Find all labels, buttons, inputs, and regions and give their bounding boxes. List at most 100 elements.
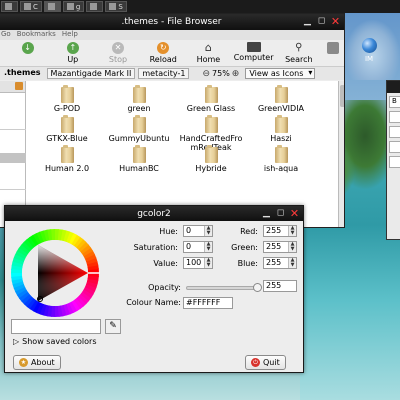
home-button[interactable]: ⌂ Home <box>186 40 231 65</box>
folder-item[interactable]: Haszi <box>248 115 314 143</box>
folder-label: green <box>127 104 151 113</box>
folder-item[interactable]: ish-aqua <box>248 145 314 173</box>
background-window-row[interactable] <box>389 141 400 153</box>
spin-arrows-icon[interactable]: ▲ ▼ <box>204 226 212 236</box>
folder-label: GummyUbuntu <box>108 134 170 143</box>
taskbar-item[interactable]: g <box>62 1 85 12</box>
folder-icon <box>204 115 218 133</box>
location-bar: .themes Mazantigade Mark II metacity-1 ⊖… <box>0 67 344 80</box>
opacity-slider[interactable] <box>186 283 262 292</box>
taskbar-item[interactable]: C <box>20 1 42 12</box>
search-button[interactable]: ⚲ Search <box>276 40 321 64</box>
breadcrumb-item[interactable]: metacity-1 <box>138 68 190 79</box>
spin-arrows-icon[interactable]: ▲ ▼ <box>288 242 296 252</box>
maximize-icon[interactable]: ◻ <box>275 208 286 219</box>
minimize-icon[interactable]: ▁ <box>261 208 272 219</box>
file-browser-window[interactable]: .themes - File Browser ▁ ◻ ✕ Go Bookmark… <box>0 13 345 228</box>
background-window-row[interactable]: B <box>389 96 400 108</box>
stop-button[interactable]: ✕ Stop <box>95 40 140 64</box>
green-spinner[interactable]: 255 ▲ ▼ <box>263 241 297 253</box>
folder-item[interactable]: Green Glass <box>178 85 244 113</box>
reload-button[interactable]: ↻ Reload <box>141 40 186 64</box>
gcolor2-window[interactable]: gcolor2 ▁ ◻ ✕ Hue: 0 ▲ ▼ Saturation: 0 ▲… <box>4 205 304 373</box>
gcolor2-titlebar[interactable]: gcolor2 ▁ ◻ ✕ <box>5 206 303 221</box>
side-pane-selected-item[interactable] <box>0 153 26 163</box>
scrollbar-thumb[interactable] <box>340 85 344 107</box>
value-label: Value: <box>153 259 178 268</box>
desktop-icon-im[interactable]: IM <box>354 38 384 63</box>
saturation-spinner[interactable]: 0 ▲ ▼ <box>183 241 213 253</box>
spin-arrows-icon[interactable]: ▲ ▼ <box>288 258 296 268</box>
spin-arrows-icon[interactable]: ▲ ▼ <box>204 258 212 268</box>
value-spinner[interactable]: 100 ▲ ▼ <box>183 257 213 269</box>
app-icon <box>90 3 98 10</box>
taskbar-item[interactable] <box>43 1 61 12</box>
color-wheel[interactable] <box>10 228 100 318</box>
preferences-button[interactable] <box>321 40 344 55</box>
folder-item[interactable]: Hybride <box>178 145 244 173</box>
about-button[interactable]: ★ About <box>13 355 61 370</box>
color-swatch[interactable] <box>11 319 101 334</box>
stop-icon: ✕ <box>112 42 124 54</box>
computer-button[interactable]: Computer <box>231 40 276 62</box>
close-pane-icon[interactable] <box>15 82 23 90</box>
blue-label: Blue: <box>237 259 258 268</box>
vertical-scrollbar[interactable] <box>338 81 344 227</box>
toolbar: ↓ ↑ Up ✕ Stop ↻ Reload ⌂ Home Computer ⚲… <box>0 40 344 67</box>
quit-button[interactable]: ⏻ Quit <box>245 355 286 370</box>
hue-ring[interactable] <box>10 228 100 318</box>
folder-item[interactable]: GTKX-Blue <box>34 115 100 143</box>
top-panel: C g S <box>0 0 400 13</box>
slider-knob[interactable] <box>253 283 262 292</box>
background-window-row[interactable] <box>389 126 400 138</box>
saved-colors-expander[interactable]: ▷ Show saved colors <box>13 337 97 346</box>
folder-item[interactable]: green <box>106 85 172 113</box>
folder-item[interactable]: GummyUbuntu <box>106 115 172 143</box>
background-window-row[interactable] <box>389 156 400 168</box>
zoom-level: 75% <box>212 69 230 78</box>
folder-label: GTKX-Blue <box>46 134 88 143</box>
folder-item[interactable]: Human 2.0 <box>34 145 100 173</box>
breadcrumb-item[interactable]: Mazantigade Mark II <box>46 68 136 79</box>
folder-label: Green Glass <box>186 104 236 113</box>
zoom-out-icon[interactable]: ⊖ <box>202 69 210 79</box>
breadcrumb-current[interactable]: .themes <box>1 68 44 79</box>
spin-arrows-icon[interactable]: ▲ ▼ <box>288 226 296 236</box>
up-button[interactable]: ↑ Up <box>50 40 95 64</box>
eyedropper-icon[interactable]: ✎ <box>105 319 121 334</box>
opacity-value[interactable]: 255 <box>263 280 297 292</box>
menu-help[interactable]: Help <box>62 30 78 40</box>
folder-item[interactable]: GreenVIDIA <box>248 85 314 113</box>
close-icon[interactable]: ✕ <box>289 208 300 219</box>
folder-icon <box>274 85 288 103</box>
folder-icon <box>132 145 146 163</box>
red-spinner[interactable]: 255 ▲ ▼ <box>263 225 297 237</box>
hue-spinner[interactable]: 0 ▲ ▼ <box>183 225 213 237</box>
spin-arrows-icon[interactable]: ▲ ▼ <box>204 242 212 252</box>
taskbar-item[interactable] <box>1 1 18 12</box>
zoom-in-icon[interactable]: ⊕ <box>232 69 240 79</box>
background-window-titlebar[interactable] <box>387 81 400 93</box>
taskbar-item[interactable] <box>86 1 104 12</box>
menu-bookmarks[interactable]: Bookmarks <box>17 30 56 40</box>
forward-button[interactable]: ↓ <box>5 40 50 55</box>
file-browser-titlebar[interactable]: .themes - File Browser ▁ ◻ ✕ <box>0 14 344 30</box>
green-label: Green: <box>231 243 258 252</box>
menu-go[interactable]: Go <box>1 30 11 40</box>
folder-item[interactable]: HumanBC <box>106 145 172 173</box>
background-window[interactable]: B <box>386 80 400 240</box>
folder-label: Human 2.0 <box>44 164 90 173</box>
minimize-icon[interactable]: ▁ <box>302 16 313 27</box>
blue-spinner[interactable]: 255 ▲ ▼ <box>263 257 297 269</box>
app-icon <box>66 3 74 10</box>
divider <box>0 129 26 130</box>
folder-item[interactable]: G-POD <box>34 85 100 113</box>
taskbar-item[interactable]: S <box>105 1 127 12</box>
colour-name-field[interactable]: #FFFFFF <box>183 297 233 309</box>
close-icon[interactable]: ✕ <box>330 16 341 27</box>
maximize-icon[interactable]: ◻ <box>316 16 327 27</box>
computer-icon <box>246 42 261 52</box>
window-title: .themes - File Browser <box>121 17 222 27</box>
background-window-row[interactable] <box>389 111 400 123</box>
view-mode-select[interactable]: View as Icons <box>245 68 316 79</box>
